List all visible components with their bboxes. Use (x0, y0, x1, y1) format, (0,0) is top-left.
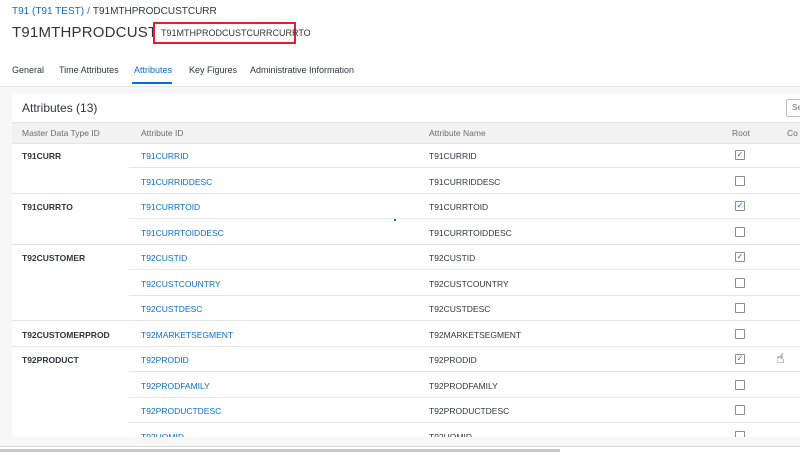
root-checkbox[interactable]: ✓ (735, 354, 745, 364)
table-row[interactable]: T92CUSTOMERPROD T92MARKETSEGMENT T92MARKET… (12, 322, 800, 347)
root-checkbox[interactable] (735, 379, 745, 390)
attribute-name-cell: T92MARKETSEGMENT (429, 329, 522, 340)
master-data-type-cell: T92CUSTOMERPROD (22, 329, 110, 340)
checkmark-icon: ✓ (736, 252, 744, 261)
attributes-title: Attributes (13) (22, 101, 98, 115)
attribute-name-cell: T92CUSTDESC (429, 304, 491, 314)
table-row[interactable]: T92CUSTOMER T92CUSTID T92CUSTID ✓ (12, 245, 800, 270)
attribute-name-cell: T92UOMID (429, 431, 472, 438)
master-data-type-cell: T91CURR (22, 151, 62, 161)
breadcrumb-current: T91MTHPRODCUSTCURR (92, 6, 217, 17)
table-row[interactable]: T92PRODUCTDESC T92PRODUCTDESC (12, 398, 800, 423)
root-checkbox[interactable] (735, 303, 745, 313)
table-row[interactable]: T91CURRTO T91CURRTOID T91CURRTOID ✓ (12, 194, 800, 219)
root-checkbox[interactable]: ✓ (735, 150, 745, 160)
tab-administrative-information[interactable]: Administrative Information (250, 65, 354, 75)
attribute-id-link[interactable]: T92PRODID (141, 355, 189, 365)
master-data-type-cell: T92PRODUCT (22, 355, 79, 365)
root-checkbox[interactable]: ✓ (735, 252, 745, 262)
hand-pointer-icon: ☝ (776, 350, 785, 366)
column-header-attribute-id[interactable]: Attribute ID (141, 128, 184, 138)
attributes-panel: Attributes (13) Se Master Data Type ID A… (12, 93, 800, 437)
column-header-master-data-type[interactable]: Master Data Type ID (22, 128, 100, 138)
table-header: Master Data Type ID Attribute ID Attribu… (12, 122, 800, 144)
stray-dot (394, 219, 396, 221)
breadcrumb-separator: / (87, 6, 90, 17)
table-row[interactable]: T92CUSTCOUNTRY T92CUSTCOUNTRY (12, 271, 800, 296)
attribute-name-cell: T92PRODFAMILY (429, 380, 498, 391)
attribute-id-link[interactable]: T92CUSTDESC (141, 304, 202, 314)
checkmark-icon: ✓ (736, 150, 744, 159)
checkmark-icon: ✓ (736, 354, 744, 363)
breadcrumb-parent-link[interactable]: T91 (T91 TEST) (12, 6, 84, 17)
description-field[interactable]: T91MTHPRODCUSTCURRCURRTO (153, 22, 311, 44)
root-checkbox[interactable] (735, 226, 745, 237)
root-checkbox[interactable] (735, 175, 745, 186)
table-row[interactable]: T91CURR T91CURRID T91CURRID ✓ (12, 143, 800, 168)
attribute-id-link[interactable]: T91CURRID (141, 151, 189, 161)
table-row[interactable]: T91CURRTOIDDESC T91CURRTOIDDESC (12, 220, 800, 245)
breadcrumb: T91 (T91 TEST) / T91MTHPRODCUSTCURR (12, 6, 217, 17)
object-header: T91 (T91 TEST) / T91MTHPRODCUSTCURR T91MTH… (0, 0, 800, 87)
attribute-id-link[interactable]: T91CURRTOIDDESC (141, 228, 224, 238)
root-checkbox[interactable] (735, 277, 745, 288)
column-header-attribute-name[interactable]: Attribute Name (429, 128, 486, 138)
root-checkbox[interactable] (735, 328, 745, 339)
attribute-name-cell: T92PRODID (429, 355, 477, 365)
root-checkbox[interactable]: ✓ (735, 201, 745, 211)
attribute-name-cell: T92CUSTID (429, 253, 476, 263)
master-data-type-cell: T92CUSTOMER (22, 253, 86, 263)
scrollbar-thumb[interactable] (0, 449, 560, 452)
table-row[interactable]: T92UOMID T92UOMID (12, 424, 800, 438)
master-data-type-cell: T91CURRTO (22, 202, 73, 212)
active-tab-indicator (132, 82, 172, 84)
table-row[interactable]: T92PRODFAMILY T92PRODFAMILY (12, 373, 800, 398)
attribute-id-link[interactable]: T91CURRTOID (141, 202, 200, 212)
root-checkbox[interactable] (735, 430, 745, 437)
table-row[interactable]: T91CURRIDDESC T91CURRIDDESC (12, 169, 800, 194)
search-input[interactable]: Se (786, 99, 800, 117)
attribute-name-cell: T91CURRIDDESC (429, 176, 501, 187)
attribute-id-link[interactable]: T92MARKETSEGMENT (141, 330, 233, 340)
attribute-id-link[interactable]: T91CURRIDDESC (141, 177, 212, 187)
attribute-name-cell: T92CUSTCOUNTRY (429, 278, 509, 289)
tab-key-figures[interactable]: Key Figures (189, 65, 237, 75)
attribute-id-link[interactable]: T92UOMID (141, 432, 184, 438)
root-checkbox[interactable] (735, 405, 745, 415)
attribute-id-link[interactable]: T92PRODUCTDESC (141, 406, 221, 416)
tab-general[interactable]: General (12, 65, 44, 75)
attribute-id-link[interactable]: T92CUSTCOUNTRY (141, 279, 221, 289)
column-header-extra[interactable]: Co (787, 128, 798, 138)
attribute-name-cell: T91CURRID (429, 151, 477, 161)
tab-time-attributes[interactable]: Time Attributes (59, 65, 119, 75)
attribute-name-cell: T92PRODUCTDESC (429, 406, 510, 416)
table-row[interactable]: T92CUSTDESC T92CUSTDESC (12, 296, 800, 321)
attribute-name-cell: T91CURRTOID (429, 202, 489, 212)
attribute-name-cell: T91CURRTOIDDESC (429, 227, 512, 238)
tab-attributes[interactable]: Attributes (134, 65, 172, 75)
table-row[interactable]: T92PRODUCT T92PRODID T92PRODID ✓ (12, 347, 800, 372)
attribute-id-link[interactable]: T92CUSTID (141, 253, 187, 263)
attribute-id-link[interactable]: T92PRODFAMILY (141, 381, 210, 391)
column-header-root[interactable]: Root (732, 128, 750, 138)
checkmark-icon: ✓ (736, 201, 744, 210)
